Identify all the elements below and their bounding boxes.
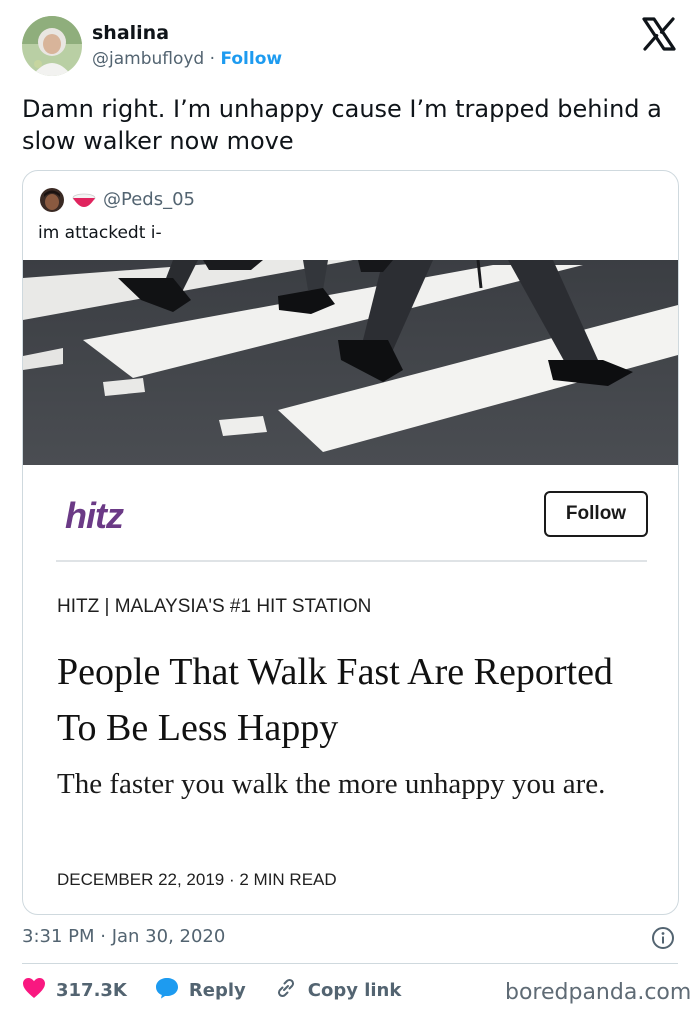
handle-separator: ·	[209, 49, 216, 69]
article-kicker: HITZ | MALAYSIA'S #1 HIT STATION	[57, 596, 372, 617]
article-divider	[56, 560, 647, 562]
footer-separator	[22, 963, 678, 964]
link-icon	[274, 976, 308, 1005]
hitz-logo: hitz	[65, 495, 124, 536]
like-button[interactable]: 317.3K	[22, 977, 127, 1004]
author-handle-row: @jambufloyd · Follow	[92, 49, 282, 69]
boredpanda-watermark: boredpanda.com	[505, 980, 692, 1005]
article-dateline: DECEMBER 22, 2019 · 2 MIN READ	[57, 870, 337, 889]
author-name[interactable]: shalina	[92, 22, 169, 44]
author-handle[interactable]: @jambufloyd	[92, 49, 204, 69]
crosswalk-photo[interactable]	[23, 259, 678, 465]
tweet-actions: 317.3K Reply Copy link	[22, 976, 429, 1004]
follow-button[interactable]: Follow	[220, 49, 282, 69]
x-logo-icon[interactable]	[641, 16, 677, 52]
like-count: 317.3K	[56, 979, 127, 1001]
speech-bubble-icon	[155, 977, 189, 1004]
quoted-tweet-card[interactable]: @Peds_05 im attackedt i- hitz Follow HIT…	[22, 170, 679, 915]
quoted-handle[interactable]: @Peds_05	[103, 189, 195, 210]
tweet-timestamp[interactable]: 3:31 PM · Jan 30, 2020	[22, 926, 225, 947]
article-headline: People That Walk Fast Are Reported To Be…	[57, 651, 613, 749]
article-follow-button[interactable]: Follow	[544, 491, 648, 537]
tweet-text: Damn right. I’m unhappy cause I’m trappe…	[22, 95, 662, 155]
article-subheadline: The faster you walk the more unhappy you…	[57, 768, 606, 800]
copy-link-label: Copy link	[307, 979, 402, 1001]
copy-link-button[interactable]: Copy link	[274, 976, 402, 1005]
author-avatar[interactable]	[22, 16, 82, 76]
quoted-text: im attackedt i-	[38, 223, 162, 243]
reply-button[interactable]: Reply	[155, 977, 246, 1004]
bowl-emoji-icon	[72, 192, 96, 210]
info-icon[interactable]	[651, 926, 675, 950]
heart-icon	[22, 977, 56, 1004]
reply-label: Reply	[188, 979, 246, 1001]
quoted-avatar[interactable]	[40, 188, 64, 212]
